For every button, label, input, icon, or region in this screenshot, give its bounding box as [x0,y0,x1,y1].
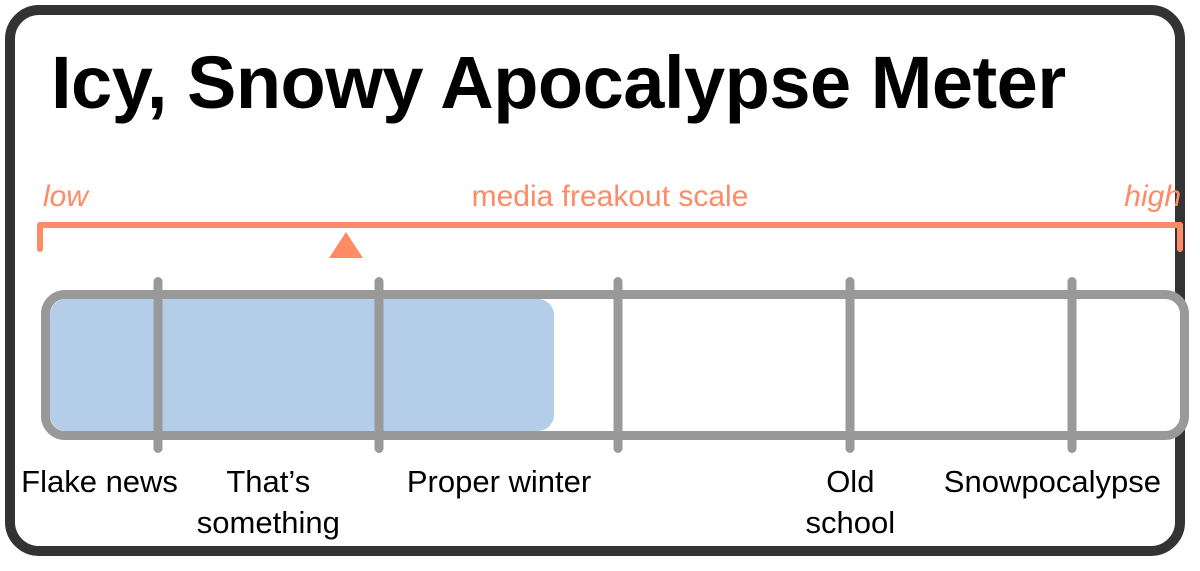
meter-segment-label: That’s something [197,461,340,543]
meter-segment-label-line: Proper winter [406,464,592,499]
meter-segment-label-line: Flake news [21,464,178,499]
meter-segment-label-line: Snowpocalypse [943,464,1161,499]
meter-divider [1067,277,1077,453]
apocalypse-meter [41,277,1189,453]
scale-captions: low media freakout scale high [37,177,1183,217]
scale-bracket-rail [37,222,1183,228]
card-frame: Icy, Snowy Apocalypse Meter low media fr… [5,5,1189,556]
meter-divider [153,277,163,453]
meter-segment-label: Flake news [21,461,178,502]
up-triangle-marker-icon [329,232,364,258]
scale-bracket-left-tick [37,222,43,252]
meter-segment-label-line: something [196,505,340,540]
meter-divider [613,277,623,453]
media-freakout-scale: low media freakout scale high [37,177,1183,259]
scale-high-label: high [1124,180,1181,213]
meter-segment-label-line: school [805,505,896,540]
scale-bracket [37,222,1183,258]
scale-bracket-right-tick [1177,222,1183,252]
meter-segment-label: Proper winter [407,461,591,502]
meter-segment-label-line: Old [826,464,875,499]
scale-caption: media freakout scale [471,180,749,213]
meter-segment-label: Snowpocalypse [944,461,1161,502]
page-title: Icy, Snowy Apocalypse Meter [51,41,1066,124]
meter-fill [50,299,554,431]
meter-divider [374,277,383,453]
meter-segment-label: Old school [806,461,896,543]
meter-segment-labels: Flake news That’s something Proper winter Ol… [21,461,1189,561]
meter-divider [845,277,855,453]
meter-segment-label-line: That’s [226,464,311,499]
meter-infographic: Icy, Snowy Apocalypse Meter low media fr… [0,0,1200,571]
